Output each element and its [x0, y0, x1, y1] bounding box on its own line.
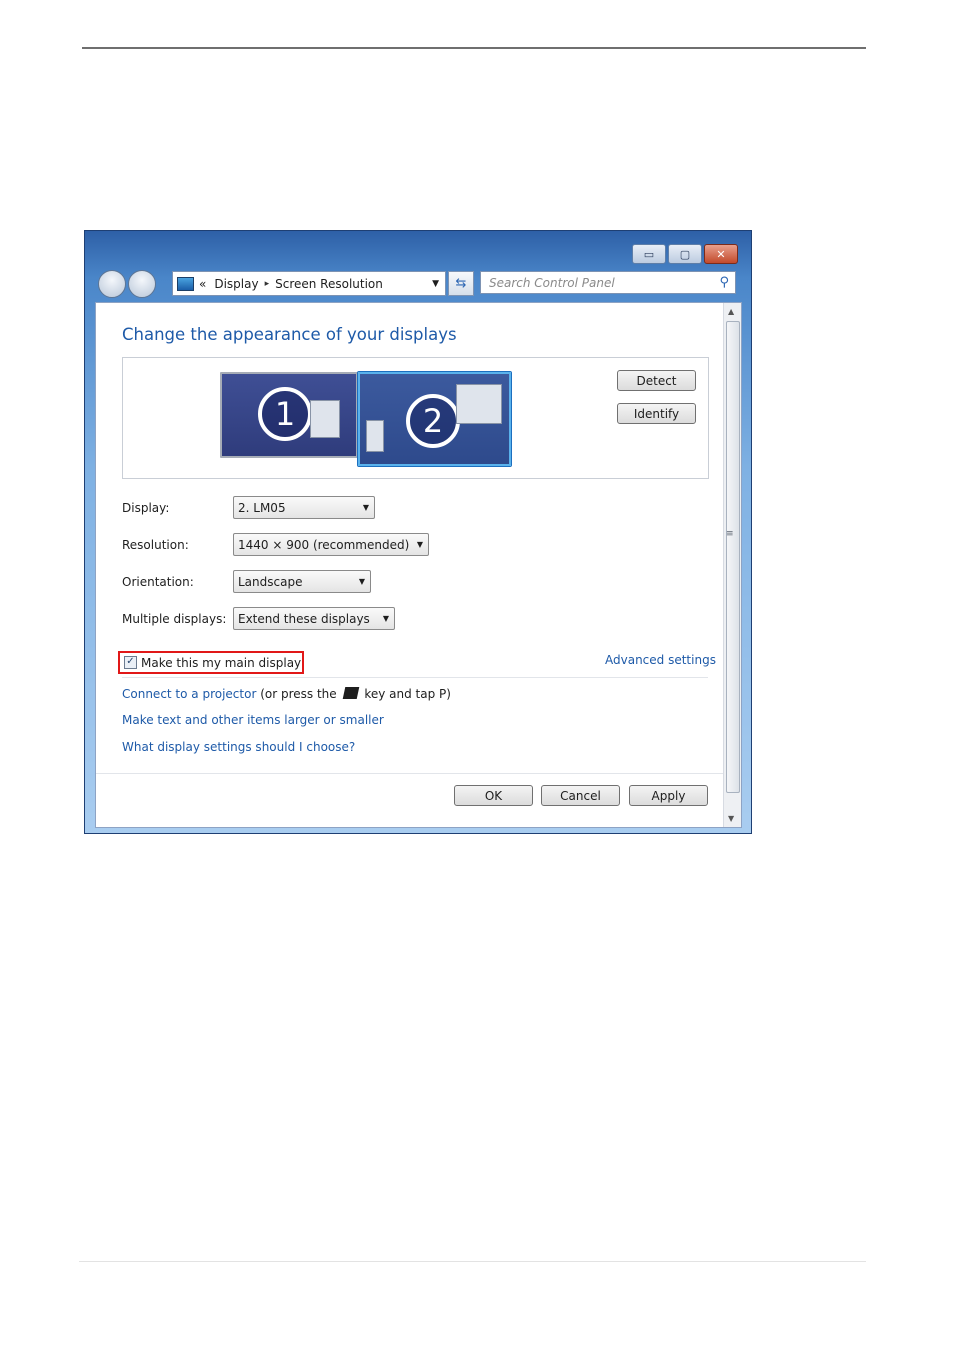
monitor-2[interactable]: 2: [358, 372, 511, 466]
orientation-select[interactable]: Landscape ▼: [233, 570, 371, 593]
monitor-2-doc-thumbnail: [366, 420, 384, 452]
screen-resolution-window: ▭ ▢ ✕ « Display ▸ Screen Resolution ▼ ⇆ …: [84, 230, 752, 834]
projector-hint-after: key and tap P): [364, 687, 451, 701]
text-size-link[interactable]: Make text and other items larger or smal…: [122, 713, 384, 727]
close-button[interactable]: ✕: [704, 244, 738, 264]
main-display-label[interactable]: Make this my main display: [141, 656, 301, 670]
scrollbar-thumb[interactable]: [726, 321, 740, 793]
monitor-1[interactable]: 1: [220, 372, 358, 458]
vertical-scrollbar[interactable]: ▲ ≡ ▼: [723, 303, 741, 827]
display-help-link[interactable]: What display settings should I choose?: [122, 740, 355, 754]
monitor-number-1: 1: [258, 387, 312, 441]
address-bar[interactable]: « Display ▸ Screen Resolution ▼: [172, 271, 446, 296]
multiple-displays-label: Multiple displays:: [122, 612, 227, 626]
breadcrumb-overflow-icon[interactable]: «: [199, 277, 206, 291]
resolution-select[interactable]: 1440 × 900 (recommended) ▼: [233, 533, 429, 556]
chevron-down-icon[interactable]: ▼: [432, 279, 439, 289]
multiple-displays-select[interactable]: Extend these displays ▼: [233, 607, 395, 630]
back-button[interactable]: [98, 270, 126, 298]
page-bottom-rule: [79, 1261, 866, 1262]
resolution-label: Resolution:: [122, 538, 189, 552]
scroll-down-icon[interactable]: ▼: [728, 814, 734, 823]
ok-button[interactable]: OK: [454, 785, 533, 806]
windows-logo-icon: [342, 687, 359, 699]
cancel-button[interactable]: Cancel: [541, 785, 620, 806]
breadcrumb-separator-icon[interactable]: ▸: [265, 279, 270, 289]
multiple-displays-select-value: Extend these displays: [238, 611, 370, 626]
maximize-button[interactable]: ▢: [668, 244, 702, 264]
scrollbar-grip-icon: ≡: [726, 529, 734, 539]
chevron-down-icon: ▼: [416, 540, 423, 549]
page-title: Change the appearance of your displays: [122, 325, 457, 344]
identify-button[interactable]: Identify: [617, 403, 696, 424]
search-icon[interactable]: ⚲: [719, 275, 729, 290]
breadcrumb-display[interactable]: Display: [214, 277, 258, 291]
page-top-rule: [82, 47, 866, 49]
scroll-up-icon[interactable]: ▲: [728, 307, 734, 316]
apply-button[interactable]: Apply: [629, 785, 708, 806]
client-area: Change the appearance of your displays 1…: [95, 302, 742, 828]
connect-projector-link[interactable]: Connect to a projector: [122, 687, 256, 701]
forward-button[interactable]: [128, 270, 156, 298]
projector-hint-before: (or press the: [260, 687, 337, 701]
search-input[interactable]: Search Control Panel ⚲: [480, 271, 736, 294]
search-placeholder: Search Control Panel: [489, 275, 615, 290]
links-divider: [122, 677, 708, 678]
chevron-down-icon: ▼: [362, 503, 369, 512]
footer-divider: [96, 773, 724, 774]
display-arrangement-panel: 1 2 Detect Identify: [122, 357, 709, 479]
resolution-select-value: 1440 × 900 (recommended): [238, 537, 410, 552]
main-display-checkbox[interactable]: ✓: [124, 656, 137, 669]
breadcrumb-screen-resolution[interactable]: Screen Resolution: [275, 277, 383, 291]
chevron-down-icon: ▼: [382, 614, 389, 623]
display-label: Display:: [122, 501, 170, 515]
detect-button[interactable]: Detect: [617, 370, 696, 391]
monitor-2-window-thumbnail: [456, 384, 502, 424]
window-controls: ▭ ▢ ✕: [630, 244, 738, 264]
refresh-icon: ⇆: [455, 276, 467, 291]
monitor-1-window-thumbnail: [310, 400, 340, 438]
refresh-button[interactable]: ⇆: [448, 271, 474, 296]
main-display-highlight: ✓ Make this my main display: [118, 651, 304, 674]
orientation-select-value: Landscape: [238, 574, 303, 589]
advanced-settings-link[interactable]: Advanced settings: [605, 653, 716, 667]
monitor-number-2: 2: [406, 394, 460, 448]
projector-row: Connect to a projector (or press the key…: [122, 687, 451, 701]
minimize-button[interactable]: ▭: [632, 244, 666, 264]
orientation-label: Orientation:: [122, 575, 194, 589]
chevron-down-icon: ▼: [358, 577, 365, 586]
display-select-value: 2. LM05: [238, 500, 286, 515]
display-select[interactable]: 2. LM05 ▼: [233, 496, 375, 519]
control-panel-icon: [177, 276, 194, 291]
